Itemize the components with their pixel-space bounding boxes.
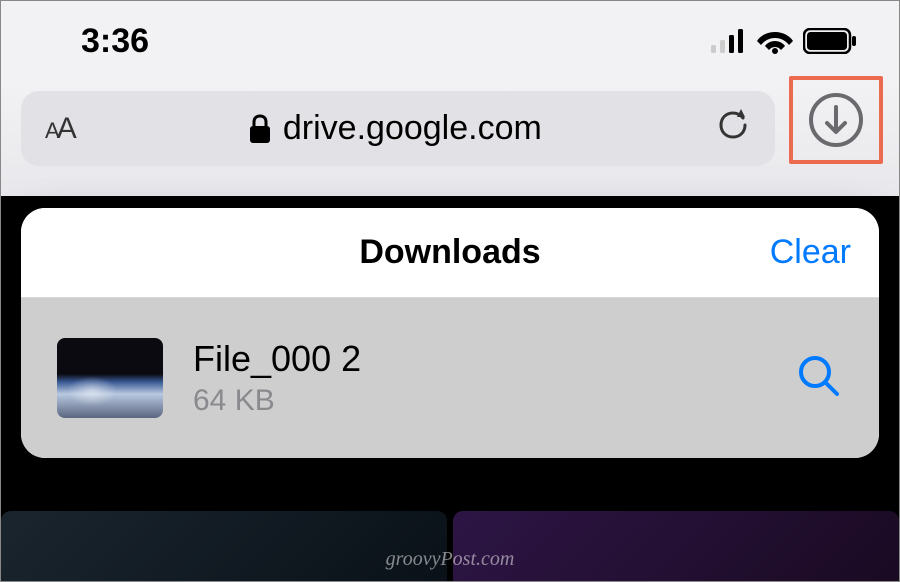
popover-title: Downloads bbox=[21, 233, 879, 272]
battery-icon bbox=[803, 28, 859, 54]
file-size: 64 KB bbox=[193, 384, 765, 418]
clear-button[interactable]: Clear bbox=[770, 233, 851, 272]
download-icon bbox=[808, 92, 864, 148]
reveal-file-button[interactable] bbox=[795, 352, 843, 405]
reload-button[interactable] bbox=[717, 106, 751, 152]
file-name: File_000 2 bbox=[193, 338, 765, 380]
watermark: groovyPost.com bbox=[386, 548, 515, 571]
reload-icon bbox=[717, 106, 751, 144]
cellular-icon bbox=[711, 29, 747, 53]
wifi-icon bbox=[757, 28, 793, 54]
device-frame: 3:36 AA bbox=[0, 0, 900, 582]
url-text: drive.google.com bbox=[283, 109, 542, 148]
status-icons bbox=[711, 28, 859, 54]
browser-toolbar: AA drive.google.com bbox=[1, 81, 899, 196]
popover-header: Downloads Clear bbox=[21, 208, 879, 298]
media-tile[interactable] bbox=[1, 511, 447, 581]
file-info: File_000 2 64 KB bbox=[193, 338, 765, 418]
address-bar[interactable]: AA drive.google.com bbox=[21, 91, 775, 166]
url-area: drive.google.com bbox=[74, 109, 717, 148]
download-item[interactable]: File_000 2 64 KB bbox=[21, 298, 879, 458]
downloads-button[interactable] bbox=[808, 92, 864, 148]
media-tile[interactable] bbox=[453, 511, 899, 581]
status-bar: 3:36 bbox=[1, 1, 899, 81]
status-time: 3:36 bbox=[81, 22, 149, 61]
search-icon bbox=[795, 352, 843, 400]
text-size-button[interactable]: AA bbox=[45, 112, 74, 146]
downloads-button-highlight bbox=[789, 76, 883, 164]
downloads-popover: Downloads Clear File_000 2 64 KB bbox=[21, 208, 879, 458]
file-thumbnail bbox=[57, 338, 163, 418]
lock-icon bbox=[249, 114, 271, 144]
